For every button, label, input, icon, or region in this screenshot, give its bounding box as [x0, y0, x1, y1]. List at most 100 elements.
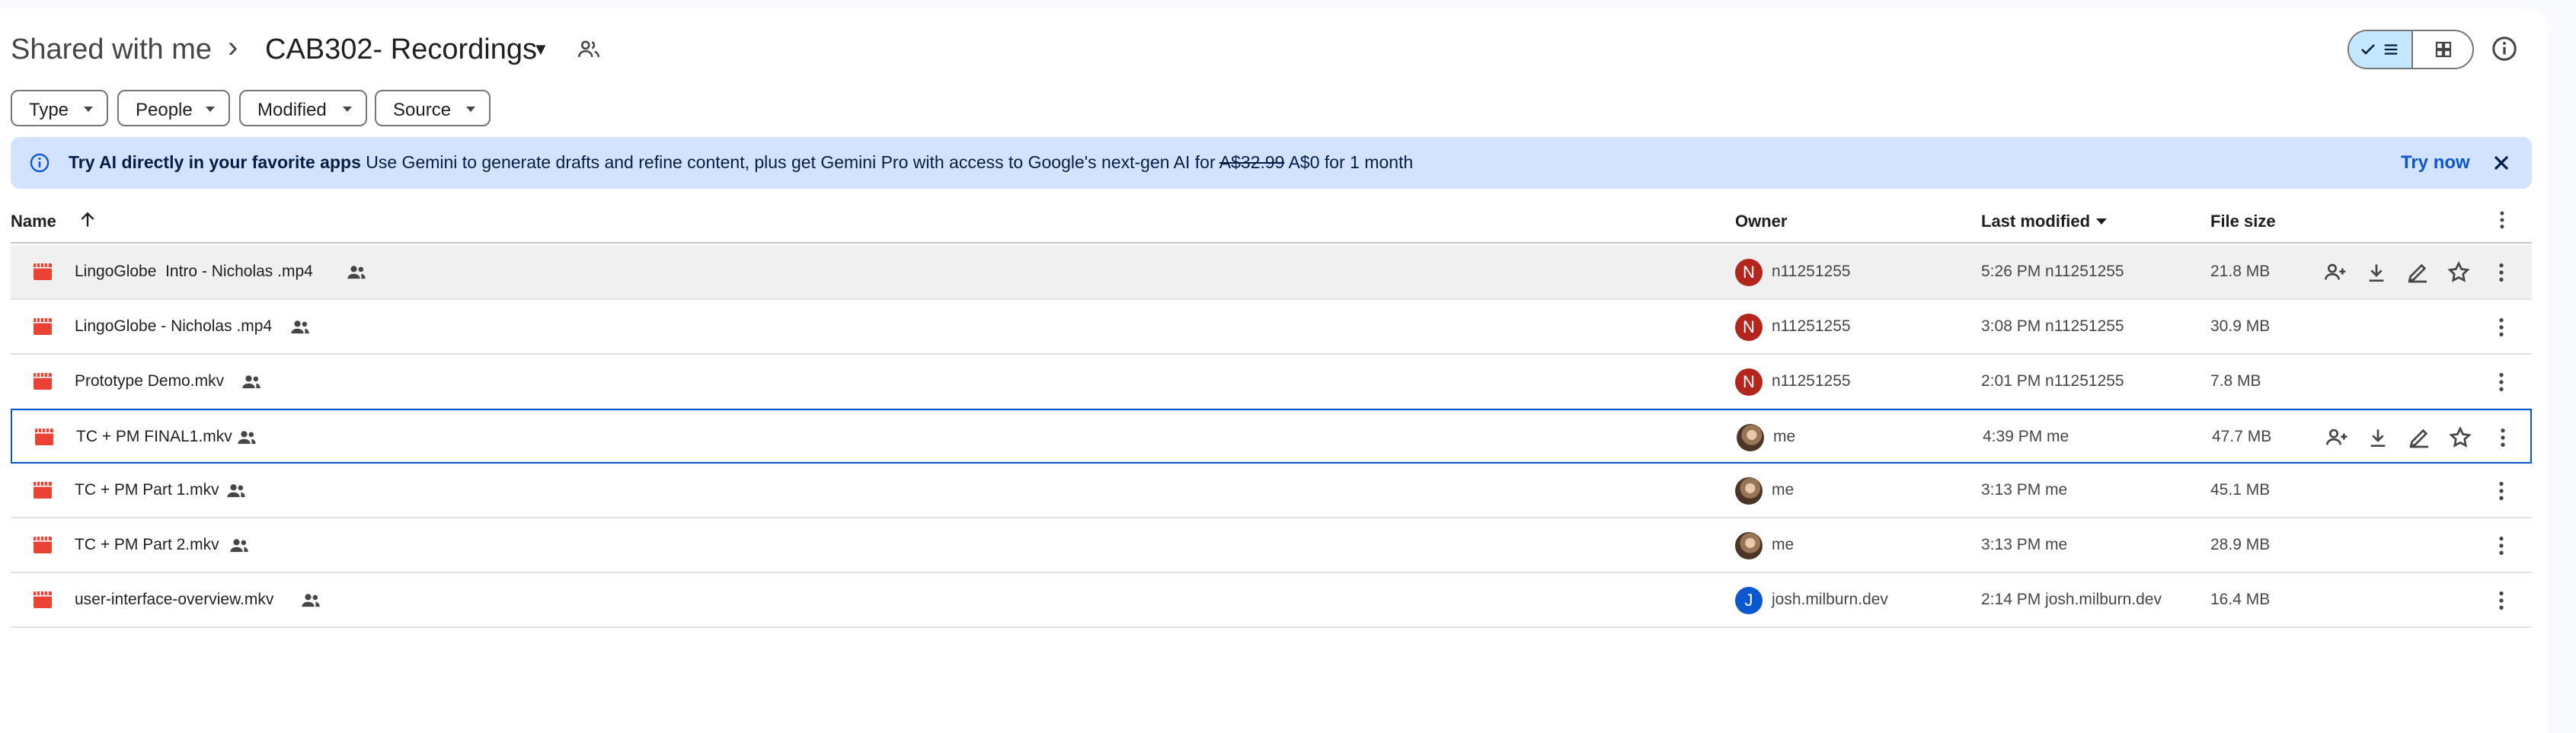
more-vert-icon[interactable] [2491, 209, 2514, 231]
file-size: 16.4 MB [2210, 591, 2271, 608]
more-vert-icon[interactable] [2489, 534, 2514, 558]
file-name[interactable]: TC + PM Part 1.mkv [75, 481, 219, 499]
table-row[interactable]: TC + PM FINAL1.mkv me 4:39 PM me 47.7 MB [11, 409, 2532, 464]
last-modified: 2:14 PM josh.milburn.dev [1981, 591, 2162, 608]
owner-name: n11251255 [1772, 263, 1851, 280]
avatar: J [1735, 587, 1763, 614]
shared-icon [230, 539, 248, 553]
breadcrumb-separator: › [228, 30, 238, 64]
file-size: 28.9 MB [2210, 536, 2271, 553]
table-row[interactable]: user-interface-overview.mkv J josh.milbu… [11, 573, 2532, 628]
filter-label: Type [29, 100, 69, 120]
filter-source-chip[interactable]: Source [375, 90, 491, 126]
video-file-icon [35, 429, 53, 445]
column-modified-header[interactable]: Last modified [1981, 212, 2090, 231]
owner-name: me [1772, 481, 1795, 499]
more-vert-icon[interactable] [2489, 315, 2514, 339]
download-icon[interactable] [2364, 260, 2389, 285]
more-vert-icon[interactable] [2489, 588, 2514, 613]
column-size-header[interactable]: File size [2210, 212, 2276, 231]
owner-name: me [1772, 536, 1795, 553]
file-name[interactable]: LingoGlobe - Nicholas .mp4 [75, 317, 272, 336]
filter-modified-chip[interactable]: Modified [239, 90, 367, 126]
file-name[interactable]: TC + PM Part 2.mkv [75, 536, 219, 554]
arrow-up-icon[interactable] [78, 210, 97, 230]
share-icon[interactable] [2323, 260, 2347, 285]
owner-name: n11251255 [1772, 372, 1851, 390]
grid-view-icon [2435, 41, 2452, 58]
banner-body: Use Gemini to generate drafts and refine… [366, 152, 1216, 172]
avatar: N [1735, 314, 1763, 341]
close-icon[interactable] [2489, 151, 2514, 175]
table-row[interactable]: LingoGlobe Intro - Nicholas .mp4 N n1125… [11, 245, 2532, 300]
more-vert-icon[interactable] [2491, 425, 2515, 450]
video-file-icon [34, 318, 52, 335]
rename-icon[interactable] [2405, 260, 2430, 285]
share-icon[interactable] [2325, 425, 2349, 450]
file-name[interactable]: Prototype Demo.mkv [75, 372, 224, 390]
list-view-icon [2384, 44, 2398, 55]
grid-view-button[interactable] [2413, 31, 2472, 68]
rename-icon[interactable] [2407, 425, 2431, 450]
try-now-button[interactable]: Try now [2401, 152, 2470, 174]
shared-icon [347, 266, 366, 279]
filter-type-chip[interactable]: Type [11, 90, 108, 126]
shared-icon [242, 375, 260, 389]
filter-label: Source [393, 100, 452, 120]
last-modified: 3:13 PM me [1981, 481, 2068, 499]
video-file-icon [34, 537, 52, 553]
shared-icon [227, 484, 245, 498]
caret-down-icon [466, 107, 475, 112]
table-row[interactable]: Prototype Demo.mkv N n11251255 2:01 PM n… [11, 355, 2532, 410]
chevron-down-icon[interactable]: ▼ [532, 40, 549, 59]
last-modified: 3:08 PM n11251255 [1981, 317, 2124, 335]
table-header: Name Owner Last modified File size [11, 199, 2532, 244]
avatar: N [1735, 259, 1763, 286]
file-name[interactable]: TC + PM FINAL1.mkv [76, 428, 232, 446]
last-modified: 2:01 PM n11251255 [1981, 372, 2124, 390]
last-modified: 3:13 PM me [1981, 536, 2068, 553]
file-size: 21.8 MB [2210, 263, 2271, 280]
banner-old-price: A$32.99 [1219, 152, 1285, 172]
more-vert-icon[interactable] [2489, 479, 2514, 503]
file-size: 7.8 MB [2210, 372, 2261, 390]
video-file-icon [34, 263, 52, 280]
more-vert-icon[interactable] [2489, 260, 2514, 285]
breadcrumb-current-folder[interactable]: CAB302- Recordings [265, 33, 537, 66]
caret-down-icon [84, 107, 93, 112]
more-vert-icon[interactable] [2489, 370, 2514, 394]
avatar [1737, 424, 1764, 451]
column-owner-header[interactable]: Owner [1735, 212, 1787, 231]
video-file-icon [34, 482, 52, 499]
shared-folder-icon [577, 40, 600, 58]
breadcrumb-root[interactable]: Shared with me [11, 33, 212, 66]
list-view-button[interactable] [2349, 31, 2413, 68]
video-file-icon [34, 591, 52, 608]
info-icon[interactable] [2491, 35, 2518, 62]
table-row[interactable]: TC + PM Part 1.mkv me 3:13 PM me 45.1 MB [11, 464, 2532, 518]
last-modified: 4:39 PM me [1983, 428, 2069, 445]
avatar: N [1735, 368, 1763, 396]
shared-icon [302, 594, 320, 607]
table-row[interactable]: LingoGlobe - Nicholas .mp4 N n11251255 3… [11, 300, 2532, 355]
last-modified: 5:26 PM n11251255 [1981, 263, 2124, 280]
owner-name: me [1773, 428, 1796, 445]
sort-caret-icon[interactable] [2096, 218, 2107, 225]
caret-down-icon [343, 107, 352, 112]
banner-new-price: A$0 for 1 month [1288, 152, 1414, 172]
filter-people-chip[interactable]: People [117, 90, 230, 126]
file-name[interactable]: LingoGlobe Intro - Nicholas .mp4 [75, 263, 313, 281]
breadcrumb: Shared with me › CAB302- Recordings ▼ [11, 23, 2576, 76]
star-icon[interactable] [2448, 425, 2472, 450]
owner-name: n11251255 [1772, 317, 1851, 335]
avatar [1735, 477, 1763, 505]
shared-icon [238, 431, 256, 445]
column-name-header[interactable]: Name [11, 212, 56, 231]
file-size: 45.1 MB [2210, 481, 2271, 499]
file-name[interactable]: user-interface-overview.mkv [75, 591, 273, 609]
table-row[interactable]: TC + PM Part 2.mkv me 3:13 PM me 28.9 MB [11, 518, 2532, 573]
star-icon[interactable] [2447, 260, 2471, 285]
filter-label: Modified [257, 100, 327, 120]
file-size: 47.7 MB [2212, 428, 2272, 445]
download-icon[interactable] [2366, 425, 2390, 450]
